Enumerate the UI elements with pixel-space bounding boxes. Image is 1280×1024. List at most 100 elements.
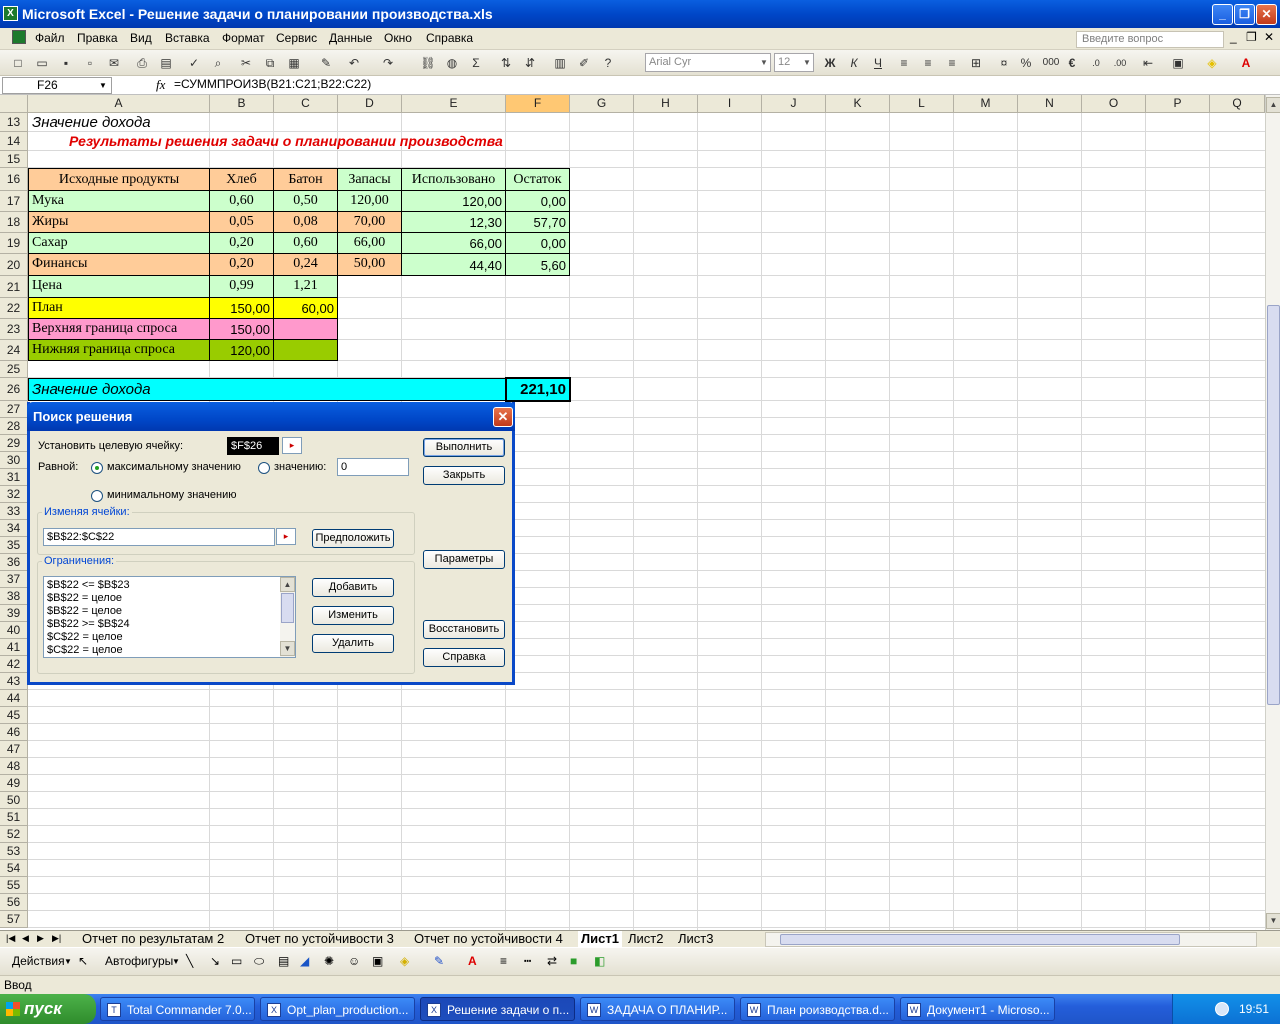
- row-header[interactable]: 43: [0, 673, 28, 690]
- chevron-down-icon[interactable]: ▼: [172, 957, 180, 966]
- italic-button[interactable]: К: [846, 55, 862, 71]
- format-painter-icon[interactable]: ✎: [318, 55, 334, 71]
- row-header[interactable]: 18: [0, 212, 28, 233]
- thousands-button[interactable]: 000: [1040, 55, 1062, 71]
- prev-sheet-icon[interactable]: ◀: [22, 933, 29, 944]
- doc-close-button[interactable]: ✕: [1264, 30, 1274, 44]
- scroll-thumb[interactable]: [780, 934, 1180, 945]
- column-header-a[interactable]: A: [28, 95, 210, 113]
- cell-a20[interactable]: Финансы: [28, 253, 210, 276]
- paste-icon[interactable]: ▦: [286, 55, 302, 71]
- cell-a26-income-label[interactable]: Значение дохода: [28, 378, 506, 401]
- fill-color-icon[interactable]: ◈: [1204, 55, 1220, 71]
- task-opt-plan[interactable]: X Opt_plan_production...: [260, 997, 415, 1021]
- row-header[interactable]: 19: [0, 233, 28, 254]
- column-header-b[interactable]: B: [210, 95, 274, 113]
- radio-max[interactable]: [91, 462, 103, 474]
- column-header-l[interactable]: L: [890, 95, 954, 113]
- close-button[interactable]: Закрыть: [423, 466, 505, 485]
- minimize-button[interactable]: _: [1212, 4, 1233, 25]
- cell-b24[interactable]: 120,00: [209, 339, 274, 361]
- column-header-p[interactable]: P: [1146, 95, 1210, 113]
- help-icon[interactable]: ?: [600, 55, 616, 71]
- radio-min-label[interactable]: минимальному значению: [107, 489, 237, 501]
- maximize-button[interactable]: ❐: [1234, 4, 1255, 25]
- font-color-icon[interactable]: A: [1238, 55, 1254, 71]
- constraints-list[interactable]: $B$22 <= $B$23 $B$22 = целое $B$22 = цел…: [43, 576, 296, 658]
- formula-input[interactable]: =СУММПРОИЗВ(B21:C21;B22:C22): [174, 77, 371, 91]
- list-item[interactable]: $C$22 = целое: [47, 644, 123, 656]
- value-input[interactable]: 0: [337, 458, 409, 476]
- scroll-down-icon[interactable]: ▼: [1266, 913, 1280, 929]
- open-icon[interactable]: ▭: [34, 55, 50, 71]
- copy-icon[interactable]: ⧉: [262, 55, 278, 71]
- diagram-icon[interactable]: ✺: [324, 954, 334, 968]
- percent-button[interactable]: %: [1018, 55, 1034, 71]
- column-header-e[interactable]: E: [402, 95, 506, 113]
- tab-sensitivity-4[interactable]: Отчет по устойчивости 4: [414, 931, 563, 948]
- arrow-style-icon[interactable]: ⇄: [547, 954, 557, 968]
- task-word-doc1[interactable]: W Документ1 - Microso...: [900, 997, 1055, 1021]
- dash-style-icon[interactable]: ┅: [524, 954, 531, 968]
- row-header[interactable]: 52: [0, 826, 28, 843]
- actions-menu[interactable]: Действия: [12, 954, 65, 968]
- font-combo[interactable]: Arial Cyr ▼: [645, 53, 771, 72]
- list-item[interactable]: $B$22 >= $B$24: [47, 618, 130, 630]
- select-objects-icon[interactable]: ↖: [78, 954, 88, 968]
- horizontal-scrollbar[interactable]: [765, 932, 1257, 947]
- borders-icon[interactable]: ▣: [1170, 55, 1186, 71]
- row-header[interactable]: 20: [0, 254, 28, 276]
- last-sheet-icon[interactable]: ▶|: [52, 933, 61, 944]
- cell-a22[interactable]: План: [28, 297, 210, 319]
- delete-button[interactable]: Удалить: [312, 634, 394, 653]
- cell-c18[interactable]: 0,08: [273, 211, 338, 233]
- menu-file[interactable]: Файл: [35, 31, 65, 45]
- cell-b18[interactable]: 0,05: [209, 211, 274, 233]
- reset-button[interactable]: Восстановить: [423, 620, 505, 639]
- row-header[interactable]: 45: [0, 707, 28, 724]
- line-color-icon[interactable]: ✎: [434, 954, 444, 968]
- next-sheet-icon[interactable]: ▶: [37, 933, 44, 944]
- task-word-plan[interactable]: W План роизводства.d...: [740, 997, 895, 1021]
- rectangle-icon[interactable]: ▭: [231, 954, 242, 968]
- cell-f20[interactable]: 5,60: [505, 253, 570, 276]
- cell-f26-income-value[interactable]: 221,10: [505, 377, 571, 402]
- cell-f18[interactable]: 57,70: [505, 211, 570, 233]
- row-header[interactable]: 27: [0, 401, 28, 418]
- cut-icon[interactable]: ✂: [238, 55, 254, 71]
- select-all-corner[interactable]: [0, 95, 28, 113]
- list-item[interactable]: $B$22 = целое: [47, 605, 122, 617]
- permission-icon[interactable]: ▫: [82, 55, 98, 71]
- row-header[interactable]: 24: [0, 340, 28, 361]
- tab-sheet3[interactable]: Лист3: [678, 931, 713, 948]
- column-header-i[interactable]: I: [698, 95, 762, 113]
- vertical-scrollbar[interactable]: ▲ ▼: [1265, 95, 1280, 930]
- redo-icon[interactable]: ↷: [380, 55, 396, 71]
- euro-button[interactable]: €: [1064, 55, 1080, 71]
- row-header[interactable]: 54: [0, 860, 28, 877]
- indent-icon[interactable]: ⇤: [1140, 55, 1156, 71]
- row-header[interactable]: 13: [0, 113, 28, 132]
- menu-edit[interactable]: Правка: [77, 31, 118, 45]
- row-header[interactable]: 38: [0, 588, 28, 605]
- column-header-o[interactable]: O: [1082, 95, 1146, 113]
- row-header[interactable]: 44: [0, 690, 28, 707]
- row-header[interactable]: 36: [0, 554, 28, 571]
- start-button[interactable]: пуск: [0, 994, 96, 1024]
- target-cell-input[interactable]: $F$26: [227, 437, 279, 455]
- cell-a14[interactable]: Результаты решения задачи о планировании…: [66, 132, 546, 151]
- cell-a23[interactable]: Верхняя граница спроса: [28, 318, 210, 340]
- cell-d19[interactable]: 66,00: [337, 232, 402, 254]
- column-header-j[interactable]: J: [762, 95, 826, 113]
- row-header[interactable]: 32: [0, 486, 28, 503]
- cell-e19[interactable]: 66,00: [401, 232, 506, 254]
- list-item[interactable]: $B$22 = целое: [47, 592, 122, 604]
- sort-asc-icon[interactable]: ⇅: [498, 55, 514, 71]
- row-header[interactable]: 47: [0, 741, 28, 758]
- cell-a24[interactable]: Нижняя граница спроса: [28, 339, 210, 361]
- autoshapes-menu[interactable]: Автофигуры: [105, 954, 173, 968]
- picture-icon[interactable]: ▣: [372, 954, 383, 968]
- undo-icon[interactable]: ↶: [346, 55, 362, 71]
- research-icon[interactable]: ⌕: [210, 55, 226, 71]
- radio-min[interactable]: [91, 490, 103, 502]
